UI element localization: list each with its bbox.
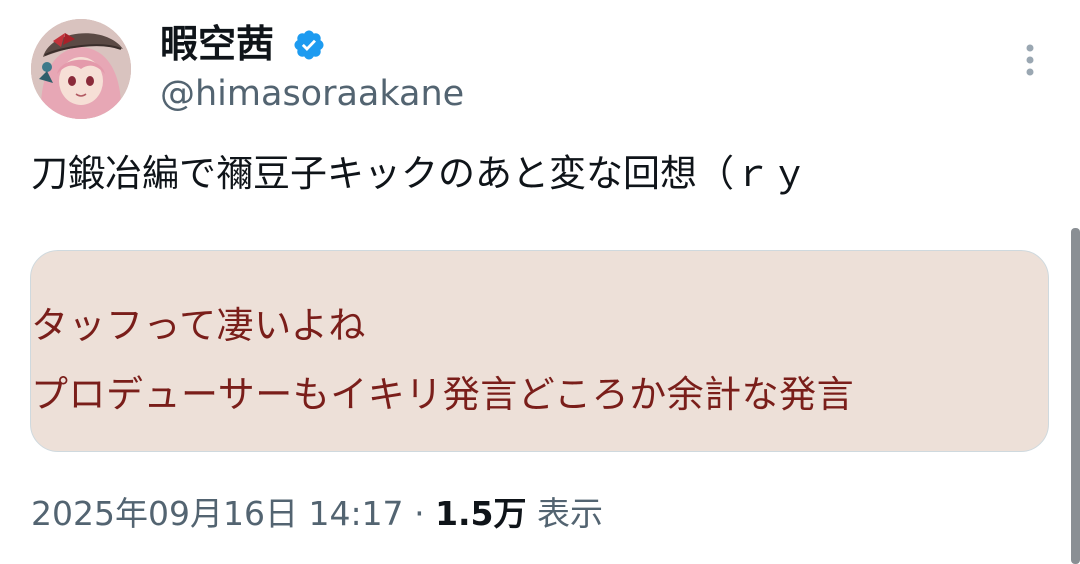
author-display-name[interactable]: 暇空茜 <box>160 20 274 68</box>
media-subtitle-line-1: タッフって凄いよね <box>31 304 366 347</box>
more-options-button[interactable] <box>1016 40 1044 80</box>
meta-separator: · <box>414 494 425 533</box>
verified-badge-icon <box>292 28 326 62</box>
author-avatar[interactable] <box>31 19 131 119</box>
tweet-text: 刀鍛冶編で禰豆子キックのあと変な回想（ｒｙ <box>31 152 808 195</box>
scrollbar[interactable] <box>1071 228 1080 564</box>
more-vertical-icon <box>1026 44 1034 76</box>
anime-girl-avatar <box>31 19 131 119</box>
tweet-timestamp[interactable]: 2025年09月16日 14:17 <box>31 494 404 533</box>
tweet-media-image[interactable]: タッフって凄いよね プロデューサーもイキリ発言どころか余計な発言 <box>30 250 1049 452</box>
author-handle[interactable]: @himasoraakane <box>160 71 464 117</box>
views-label: 表示 <box>537 494 604 533</box>
views-count[interactable]: 1.5万 <box>435 494 526 533</box>
media-subtitle-line-2: プロデューサーもイキリ発言どころか余計な発言 <box>31 373 855 416</box>
tweet-meta: 2025年09月16日 14:17 · 1.5万 表示 <box>31 491 603 537</box>
